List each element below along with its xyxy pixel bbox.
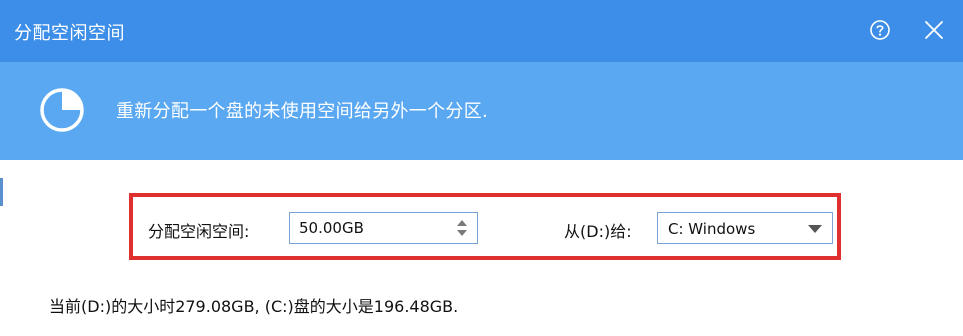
target-partition-value: C: Windows (668, 220, 756, 238)
chevron-down-icon (808, 225, 822, 233)
target-partition-select[interactable]: C: Windows (657, 212, 833, 244)
from-drive-label: 从(D:)给: (564, 222, 632, 241)
pie-chart-icon (40, 88, 84, 132)
spin-arrows-icon[interactable] (456, 218, 468, 238)
header-description: 重新分配一个盘的未使用空间给另外一个分区. (116, 101, 489, 122)
free-space-label: 分配空闲空间: (148, 222, 250, 241)
close-icon (925, 21, 943, 39)
window-title: 分配空闲空间 (14, 23, 125, 44)
close-button[interactable] (918, 14, 950, 46)
help-button[interactable] (864, 14, 896, 46)
title-bar: 分配空闲空间 (0, 0, 963, 62)
current-size-info: 当前(D:)的大小时279.08GB, (C:)盘的大小是196.48GB. (49, 297, 459, 316)
free-space-spinbox[interactable] (289, 212, 478, 244)
edge-mark (0, 178, 3, 206)
help-circle-icon (870, 20, 890, 40)
free-space-input[interactable] (290, 213, 449, 243)
